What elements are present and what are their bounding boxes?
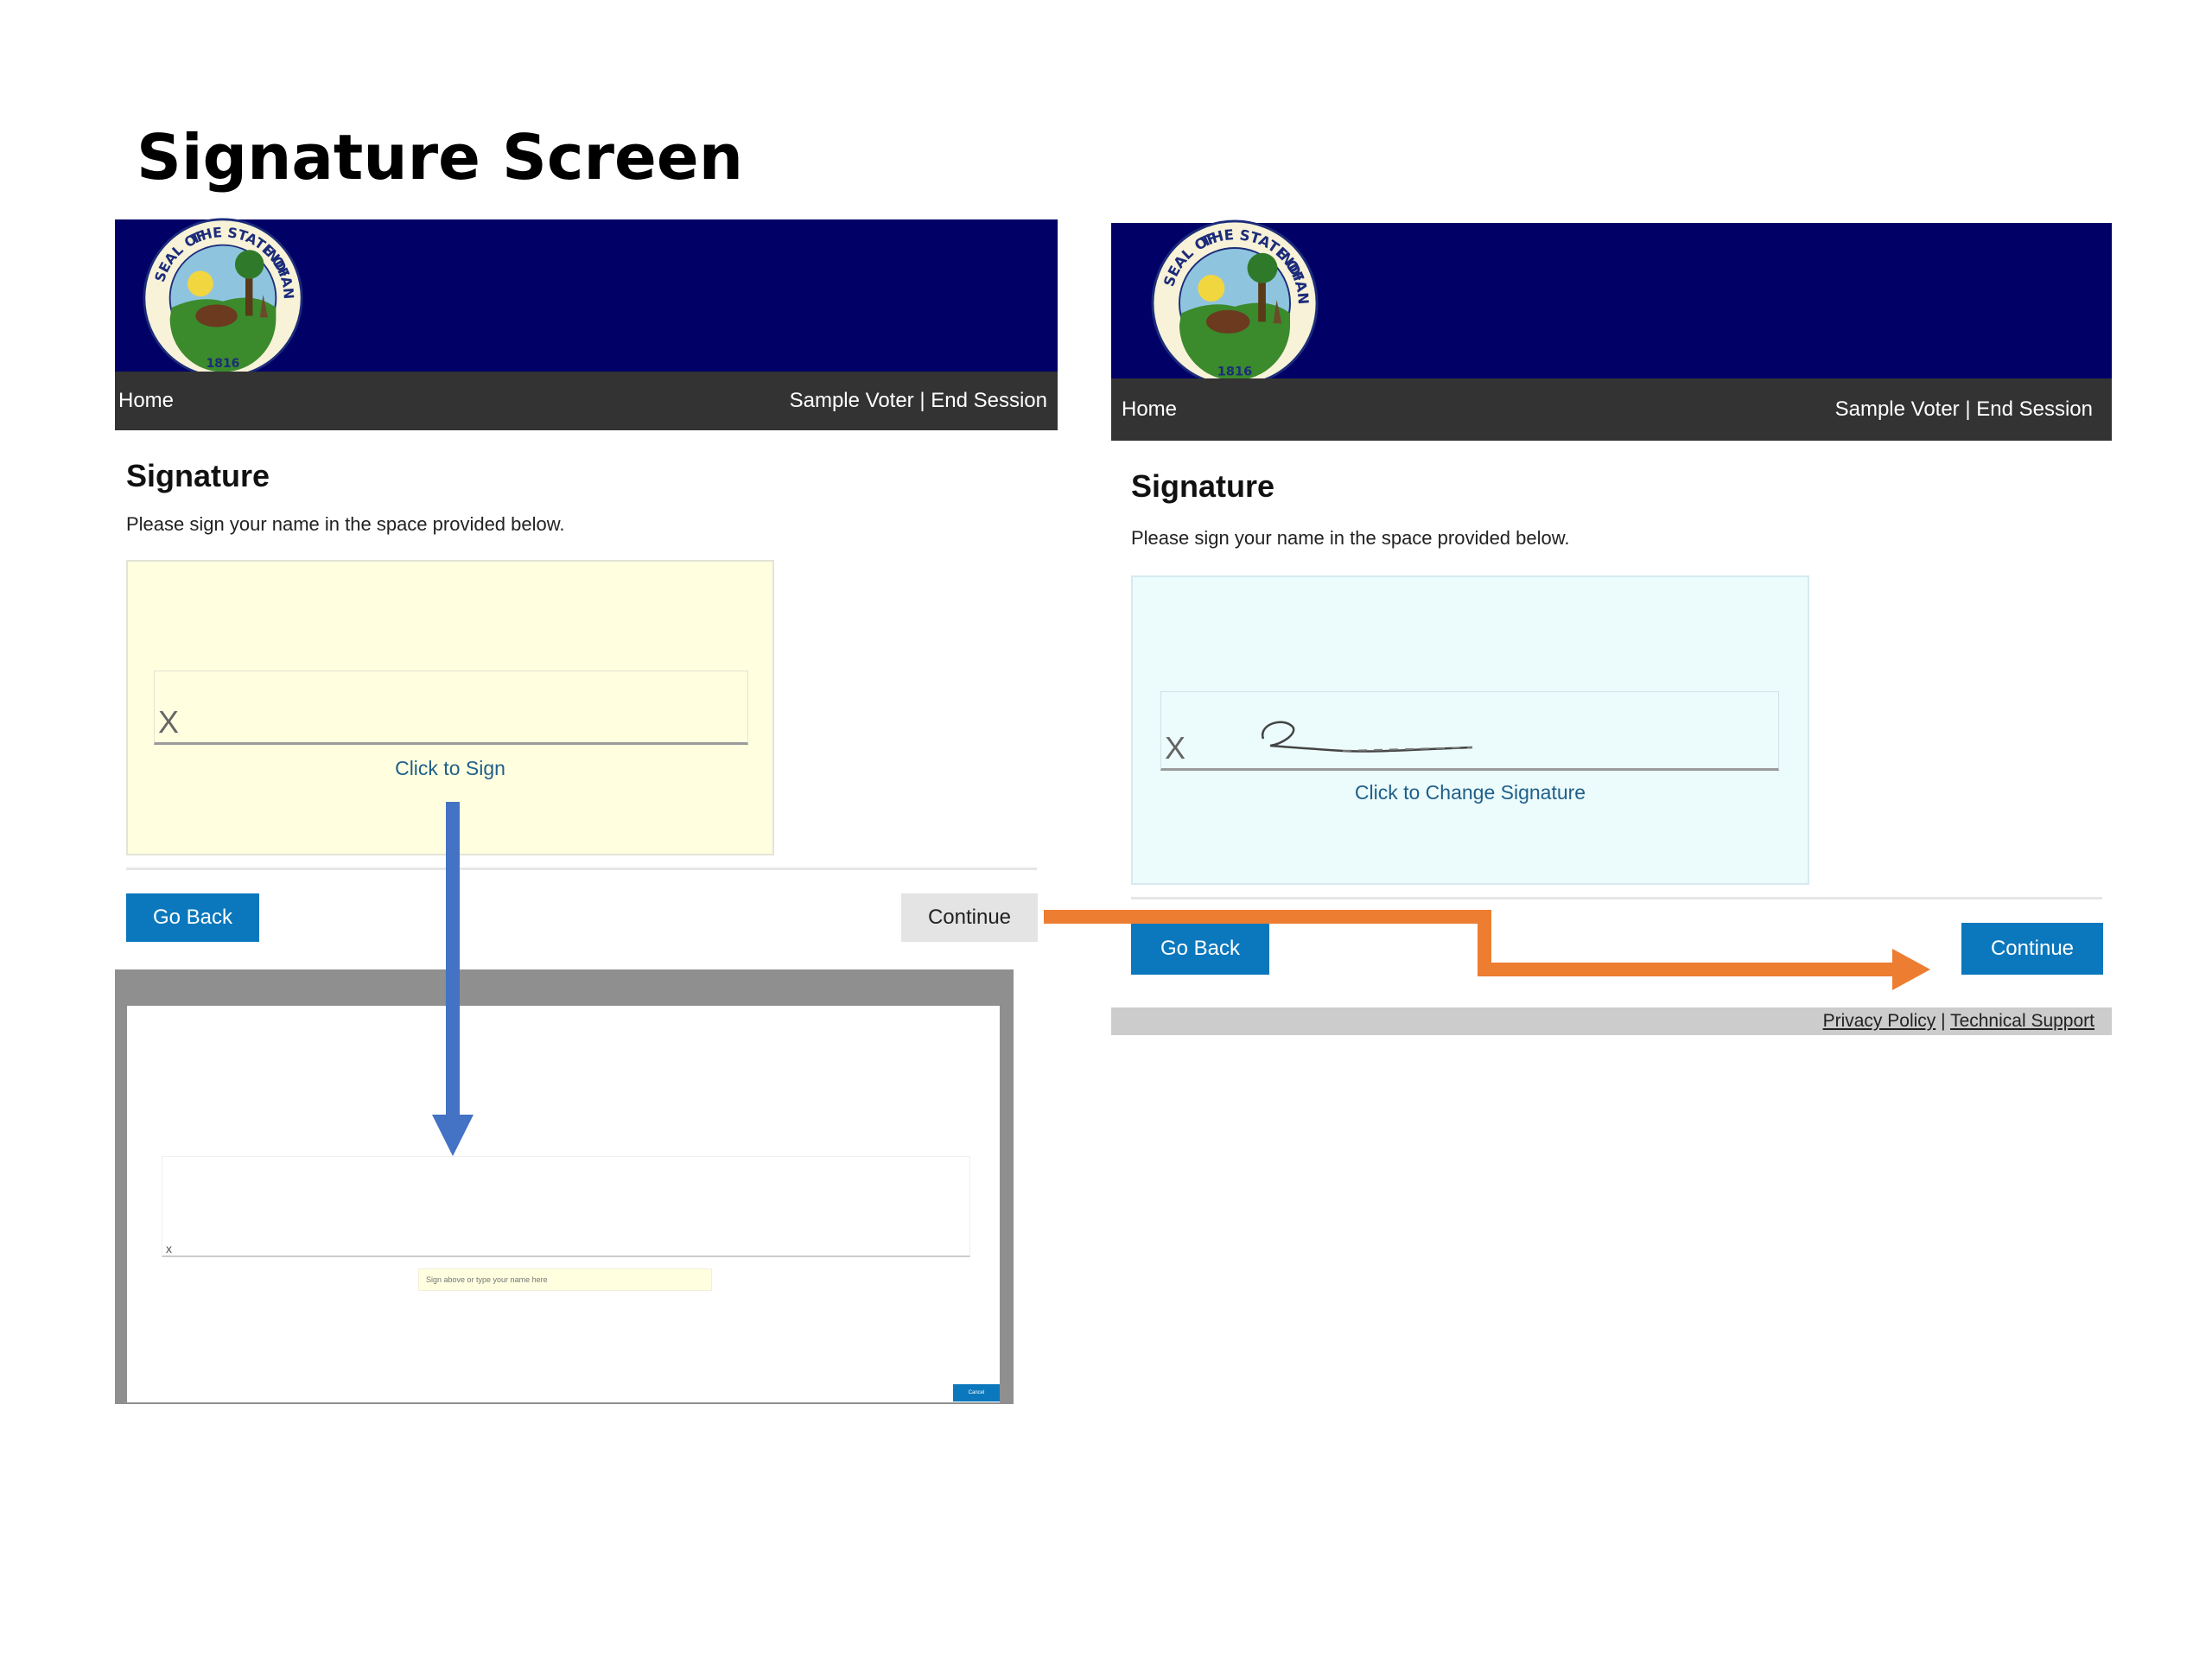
annotation-arrows <box>432 802 1930 1156</box>
blue-down-arrow-icon <box>432 802 474 1156</box>
orange-connector-arrow-icon <box>1044 910 1930 990</box>
